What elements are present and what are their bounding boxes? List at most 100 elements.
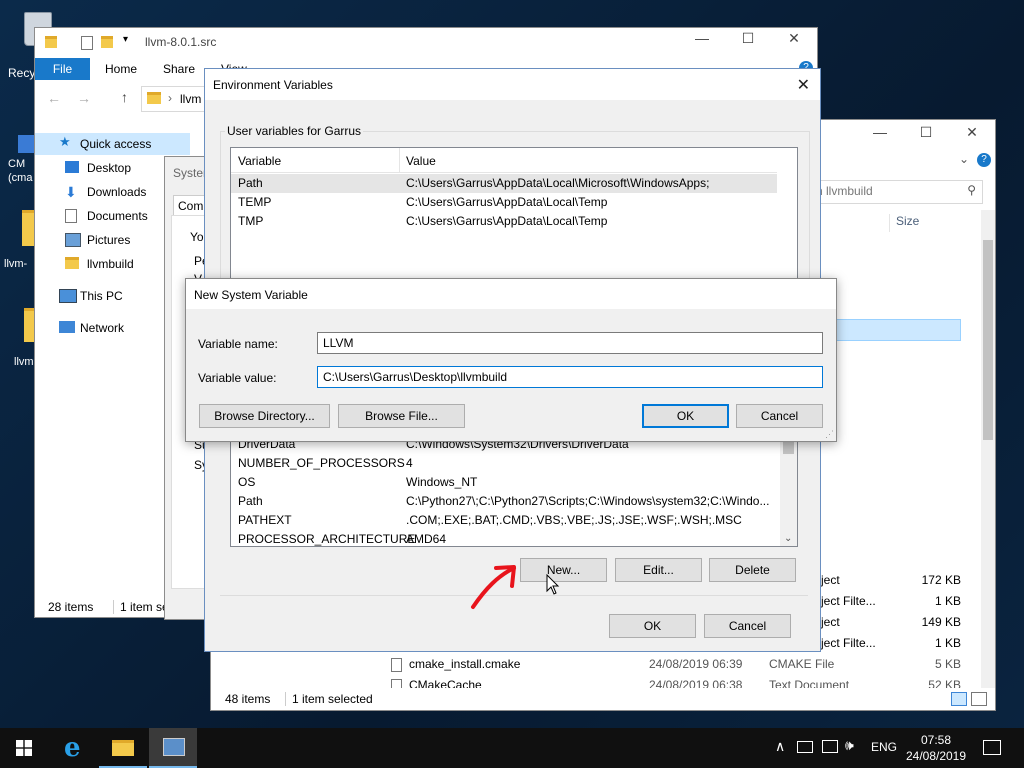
file-row[interactable]: CMakeCache 24/08/2019 06:38 Text Documen… <box>391 676 981 688</box>
cancel-button[interactable]: Cancel <box>736 404 823 428</box>
maximize-icon[interactable]: ☐ <box>903 124 949 141</box>
show-hidden-icons-chevron-icon[interactable]: ∧ <box>775 738 785 755</box>
system-variables-list[interactable]: DriverData C:\Windows\System32\Drivers\D… <box>230 437 798 547</box>
clock[interactable]: 07:58 24/08/2019 <box>900 731 972 765</box>
scrollbar-thumb[interactable] <box>783 440 794 454</box>
file-type: ject Filte... <box>821 636 876 650</box>
nav-quick-access[interactable]: ★ Quick access <box>35 133 190 155</box>
list-item[interactable]: TEMP C:\Users\Garrus\AppData\Local\Temp <box>231 193 777 212</box>
list-item[interactable]: TMP C:\Users\Garrus\AppData\Local\Temp <box>231 212 777 231</box>
cancel-button[interactable]: Cancel <box>704 614 791 638</box>
dialog-titlebar: New System Variable <box>186 279 836 309</box>
quick-access-toolbar: ▾ <box>43 34 133 52</box>
star-icon: ★ <box>59 134 71 149</box>
variable-name-field[interactable]: LLVM <box>317 332 823 354</box>
minimize-icon[interactable]: — <box>857 124 903 140</box>
list-item[interactable]: Path C:\Users\Garrus\AppData\Local\Micro… <box>231 174 777 193</box>
ok-button[interactable]: OK <box>609 614 696 638</box>
ribbon-tab-home[interactable]: Home <box>105 62 137 76</box>
new-system-variable-dialog[interactable]: New System Variable Variable name: LLVM … <box>185 278 837 442</box>
taskbar-file-explorer[interactable] <box>99 728 147 768</box>
scrollbar-thumb[interactable] <box>983 240 993 440</box>
resize-grip-icon[interactable]: ⋰ <box>825 430 834 439</box>
status-items: 28 items <box>48 600 94 614</box>
ribbon-tab-file[interactable]: File <box>35 58 90 80</box>
column-header-size[interactable]: Size <box>889 214 919 232</box>
file-row[interactable]: cmake_install.cmake 24/08/2019 06:39 CMA… <box>391 655 981 674</box>
computer-icon <box>59 289 77 303</box>
delete-system-variable-button[interactable]: Delete <box>709 558 796 582</box>
file-size: 52 KB <box>928 678 961 688</box>
properties-icon[interactable] <box>81 36 93 50</box>
close-icon[interactable]: ✕ <box>771 30 817 47</box>
browse-file-button[interactable]: Browse File... <box>338 404 465 428</box>
vertical-scrollbar[interactable]: ⌄ <box>780 438 797 546</box>
new-system-variable-button[interactable]: New... <box>520 558 607 582</box>
nav-label: llvmbuild <box>87 257 134 271</box>
group-label: User variables for Garrus <box>225 124 364 138</box>
ribbon-tab-share[interactable]: Share <box>163 62 195 76</box>
dialog-title: New System Variable <box>194 288 308 302</box>
large-icons-view-icon[interactable] <box>971 692 987 706</box>
desktop-icon <box>65 161 79 173</box>
list-item[interactable]: PATHEXT .COM;.EXE;.BAT;.CMD;.VBS;.VBE;.J… <box>231 511 777 530</box>
file-type: Text Document <box>769 678 850 688</box>
window-title: Syster <box>173 166 208 180</box>
forward-arrow-icon[interactable]: → <box>77 90 91 106</box>
column-header-variable[interactable]: Variable <box>238 154 281 168</box>
browse-directory-button[interactable]: Browse Directory... <box>199 404 330 428</box>
tray-device-icon[interactable] <box>797 741 813 753</box>
close-icon[interactable]: ✕ <box>797 75 810 95</box>
up-arrow-icon[interactable]: ↑ <box>121 89 128 105</box>
taskbar: e ∧ 🕪 ENG 07:58 24/08/2019 <box>0 728 1024 768</box>
volume-icon[interactable]: 🕪 <box>845 737 854 754</box>
file-date: 24/08/2019 06:39 <box>649 657 743 671</box>
search-box[interactable]: h llvmbuild ⚲ <box>809 180 983 204</box>
list-header: Variable Value <box>231 148 777 173</box>
maximize-icon[interactable]: ☐ <box>725 30 771 47</box>
windows-logo-icon <box>16 740 32 756</box>
edit-system-variable-button[interactable]: Edit... <box>615 558 702 582</box>
nav-label: This PC <box>80 289 123 303</box>
close-icon[interactable]: ✕ <box>949 124 995 141</box>
input-language-indicator[interactable]: ENG <box>871 740 897 754</box>
vertical-scrollbar[interactable] <box>981 210 995 688</box>
status-items: 48 items <box>225 692 271 706</box>
variable-value-field[interactable]: C:\Users\Garrus\Desktop\llvmbuild <box>317 366 823 388</box>
action-center-icon[interactable] <box>983 740 1001 755</box>
pictures-icon <box>65 233 81 247</box>
network-icon <box>59 321 75 333</box>
nav-label: Pictures <box>87 233 131 247</box>
folder-icon <box>45 36 57 48</box>
variable-name: NUMBER_OF_PROCESSORS <box>238 456 405 470</box>
nav-label: Documents <box>87 209 148 223</box>
taskbar-system-properties[interactable] <box>149 728 197 768</box>
search-input[interactable]: h llvmbuild <box>816 184 873 198</box>
column-header-value[interactable]: Value <box>406 154 436 168</box>
desktop-icon-label: llvm <box>14 356 34 368</box>
list-item[interactable]: NUMBER_OF_PROCESSORS 4 <box>231 454 777 473</box>
chevron-down-icon[interactable]: ▾ <box>123 34 128 45</box>
file-type: ject <box>821 615 840 629</box>
chevron-down-icon[interactable]: ⌄ <box>959 152 969 166</box>
new-folder-icon[interactable] <box>101 36 113 48</box>
network-icon[interactable] <box>822 740 838 753</box>
list-item[interactable]: PROCESSOR_ARCHITECTURE AMD64 <box>231 530 777 546</box>
nav-label: Downloads <box>87 185 147 199</box>
scroll-down-arrow-icon[interactable]: ⌄ <box>784 533 792 544</box>
minimize-icon[interactable]: — <box>679 30 725 46</box>
variable-value: C:\Users\Garrus\AppData\Local\Microsoft\… <box>406 176 710 190</box>
file-name: cmake_install.cmake <box>409 657 521 671</box>
document-icon <box>65 209 77 223</box>
help-icon[interactable]: ? <box>977 153 991 167</box>
desktop-icon-label: Recy <box>8 66 36 80</box>
folder-desktop-icon[interactable]: llvm- <box>4 210 36 272</box>
taskbar-internet-explorer[interactable]: e <box>50 728 98 768</box>
start-button[interactable] <box>0 728 48 768</box>
list-item[interactable]: OS Windows_NT <box>231 473 777 492</box>
back-arrow-icon[interactable]: ← <box>47 90 61 106</box>
ok-button[interactable]: OK <box>642 404 729 428</box>
nav-label: Quick access <box>80 137 152 151</box>
details-view-icon[interactable] <box>951 692 967 706</box>
list-item[interactable]: Path C:\Python27\;C:\Python27\Scripts;C:… <box>231 492 777 511</box>
